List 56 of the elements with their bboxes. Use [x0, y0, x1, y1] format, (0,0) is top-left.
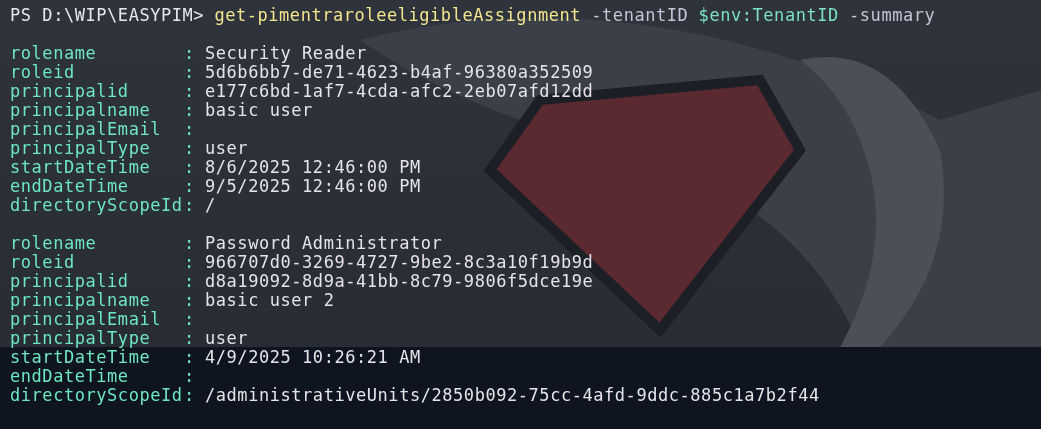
property-name: principalname — [10, 290, 151, 310]
separator-colon: : — [184, 63, 195, 82]
separator-colon: : — [184, 367, 195, 386]
property-value: d8a19092-8d9a-41bb-8c79-9806f5dce19e — [205, 272, 594, 291]
property-value: Security Reader — [205, 44, 367, 63]
property-value: basic user — [205, 101, 313, 120]
property-name: startDateTime — [10, 347, 151, 367]
separator-colon: : — [184, 253, 195, 272]
property-name: principalType — [10, 328, 151, 348]
separator-colon: : — [184, 177, 195, 196]
separator-colon: : — [184, 82, 195, 101]
property-value: 966707d0-3269-4727-9be2-8c3a10f19b9d — [205, 253, 594, 272]
property-name: endDateTime — [10, 366, 129, 386]
parameter-text: -summary — [849, 6, 936, 25]
property-name: directoryScopeId — [10, 195, 183, 215]
property-name: roleid — [10, 252, 75, 272]
property-name: principalid — [10, 271, 129, 291]
separator-colon: : — [184, 386, 195, 405]
separator-colon: : — [184, 234, 195, 253]
property-value: Password Administrator — [205, 234, 443, 253]
property-name: startDateTime — [10, 157, 151, 177]
property-value: user — [205, 139, 249, 158]
property-name: endDateTime — [10, 176, 129, 196]
separator-colon: : — [184, 44, 195, 63]
property-name: principalEmail — [10, 309, 161, 329]
separator-colon: : — [184, 272, 195, 291]
separator-colon: : — [184, 291, 195, 310]
separator-colon: : — [184, 329, 195, 348]
separator-colon: : — [184, 158, 195, 177]
prompt-text: PS D:\WIP\EASYPIM> — [10, 6, 205, 25]
separator-colon: : — [184, 348, 195, 367]
property-name: rolename — [10, 43, 97, 63]
property-value: / — [205, 196, 216, 215]
property-value: e177c6bd-1af7-4cda-afc2-2eb07afd12dd — [205, 82, 594, 101]
property-name: principalEmail — [10, 119, 161, 139]
command-text: get-pimentraroleeligibleAssignment — [214, 6, 582, 25]
separator-colon: : — [184, 120, 195, 139]
parameter-text: -tenantID — [591, 6, 689, 25]
property-value: 5d6b6bb7-de71-4623-b4af-96380a352509 — [205, 63, 594, 82]
property-name: principalType — [10, 138, 151, 158]
property-name: roleid — [10, 62, 75, 82]
property-name: principalname — [10, 100, 151, 120]
property-value: 9/5/2025 12:46:00 PM — [205, 177, 421, 196]
separator-colon: : — [184, 139, 195, 158]
property-value: 8/6/2025 12:46:00 PM — [205, 158, 421, 177]
property-value: 4/9/2025 10:26:21 AM — [205, 348, 421, 367]
separator-colon: : — [184, 310, 195, 329]
property-name: rolename — [10, 233, 97, 253]
property-name: directoryScopeId — [10, 385, 183, 405]
property-value: /administrativeUnits/2850b092-75cc-4afd-9ddc-885c1a7b2f44 — [205, 386, 820, 405]
property-value: basic user 2 — [205, 291, 335, 310]
property-value: user — [205, 329, 249, 348]
variable-text: $env:TenantID — [698, 6, 839, 25]
separator-colon: : — [184, 196, 195, 215]
property-name: principalid — [10, 81, 129, 101]
separator-colon: : — [184, 101, 195, 120]
